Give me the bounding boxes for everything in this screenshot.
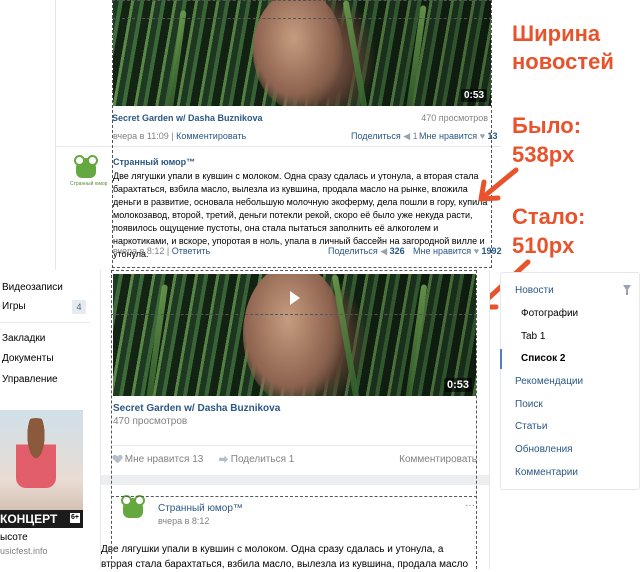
nav-item-bookmarks[interactable]: Закладки bbox=[2, 333, 45, 344]
old-width-guide-line bbox=[112, 18, 492, 19]
right-news-menu: Новости Фотографии Tab 1 Список 2 Рекоме… bbox=[500, 272, 640, 490]
rnav-articles[interactable]: Статьи bbox=[515, 421, 547, 432]
new-width-guide-line bbox=[111, 314, 477, 315]
rnav-search[interactable]: Поиск bbox=[515, 399, 543, 410]
ad-title[interactable]: ысоте bbox=[0, 532, 28, 543]
old-post-avatar[interactable]: Странный юмор bbox=[68, 155, 108, 192]
ad-domain[interactable]: usicfest.info bbox=[0, 546, 48, 556]
ad-person-shape bbox=[16, 418, 56, 488]
nav-divider bbox=[0, 322, 90, 323]
rnav-list2[interactable]: Список 2 bbox=[521, 353, 565, 364]
nav-item-games[interactable]: Игры bbox=[2, 301, 26, 312]
new-width-guide-line bbox=[111, 496, 477, 497]
avatar-caption: Странный юмор bbox=[70, 181, 108, 187]
annotation-after-label: Стало: bbox=[512, 204, 586, 229]
rnav-tab1[interactable]: Tab 1 bbox=[521, 331, 545, 342]
rnav-comments[interactable]: Комментарии bbox=[515, 467, 578, 478]
ad-age-rating: 6+ bbox=[70, 513, 80, 523]
nav-item-documents[interactable]: Документы bbox=[2, 353, 54, 364]
nav-item-videos[interactable]: Видеозаписи bbox=[2, 282, 63, 293]
annotation-title-line1: Ширина bbox=[512, 21, 601, 46]
rnav-recommendations[interactable]: Рекомендации bbox=[515, 376, 583, 387]
concert-ad-image[interactable]: КОНЦЕРТ 6+ bbox=[0, 410, 83, 528]
nav-item-manage[interactable]: Управление bbox=[2, 374, 58, 385]
rnav-news[interactable]: Новости bbox=[515, 285, 554, 296]
rnav-updates[interactable]: Обновления bbox=[515, 444, 573, 455]
ad-banner-text: КОНЦЕРТ bbox=[0, 512, 58, 526]
rnav-photos[interactable]: Фотографии bbox=[521, 308, 578, 319]
annotation-after-value: 510px bbox=[512, 233, 575, 258]
filter-icon[interactable] bbox=[623, 285, 631, 295]
old-width-guide bbox=[112, 0, 492, 268]
annotation-before-label: Было: bbox=[512, 113, 582, 138]
games-count-badge: 4 bbox=[72, 300, 86, 314]
annotation-before-value: 538px bbox=[512, 142, 575, 167]
ad-banner: КОНЦЕРТ 6+ bbox=[0, 510, 83, 528]
active-indicator bbox=[500, 349, 502, 369]
annotation-title-line2: новостей bbox=[512, 49, 614, 74]
frog-logo-icon bbox=[74, 155, 98, 178]
